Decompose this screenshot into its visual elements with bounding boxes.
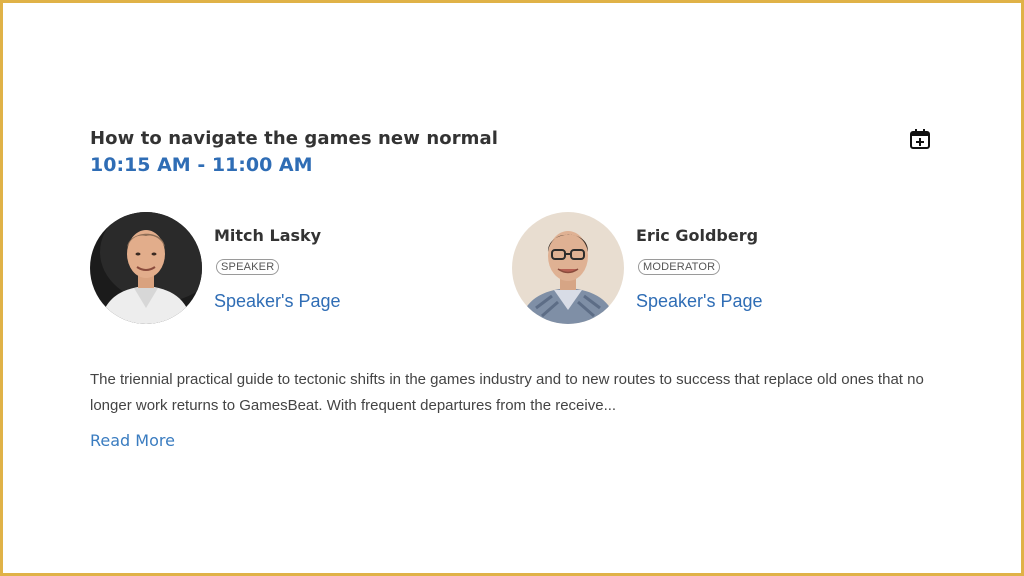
speaker-name: Mitch Lasky bbox=[214, 226, 322, 245]
speaker-page-link[interactable]: Speaker's Page bbox=[636, 291, 763, 312]
speaker-role-badge: SPEAKER bbox=[216, 259, 280, 275]
speaker-photo bbox=[512, 212, 624, 324]
speaker-card: Eric Goldberg MODERATOR Speaker's Page bbox=[512, 212, 852, 324]
calendar-plus-icon bbox=[910, 129, 930, 149]
speaker-card: Mitch Lasky SPEAKER Speaker's Page bbox=[90, 212, 430, 324]
read-more-link[interactable]: Read More bbox=[90, 431, 175, 450]
session-title: How to navigate the games new normal bbox=[90, 128, 499, 149]
speaker-avatar[interactable] bbox=[90, 212, 202, 324]
speaker-role-badge: MODERATOR bbox=[638, 259, 721, 275]
session-time: 10:15 AM - 11:00 AM bbox=[90, 154, 313, 176]
add-to-calendar-button[interactable] bbox=[908, 127, 932, 151]
speaker-name: Eric Goldberg bbox=[636, 226, 759, 245]
speaker-photo bbox=[90, 212, 202, 324]
speaker-avatar[interactable] bbox=[512, 212, 624, 324]
speaker-page-link[interactable]: Speaker's Page bbox=[214, 291, 341, 312]
session-description: The triennial practical guide to tectoni… bbox=[90, 371, 924, 414]
